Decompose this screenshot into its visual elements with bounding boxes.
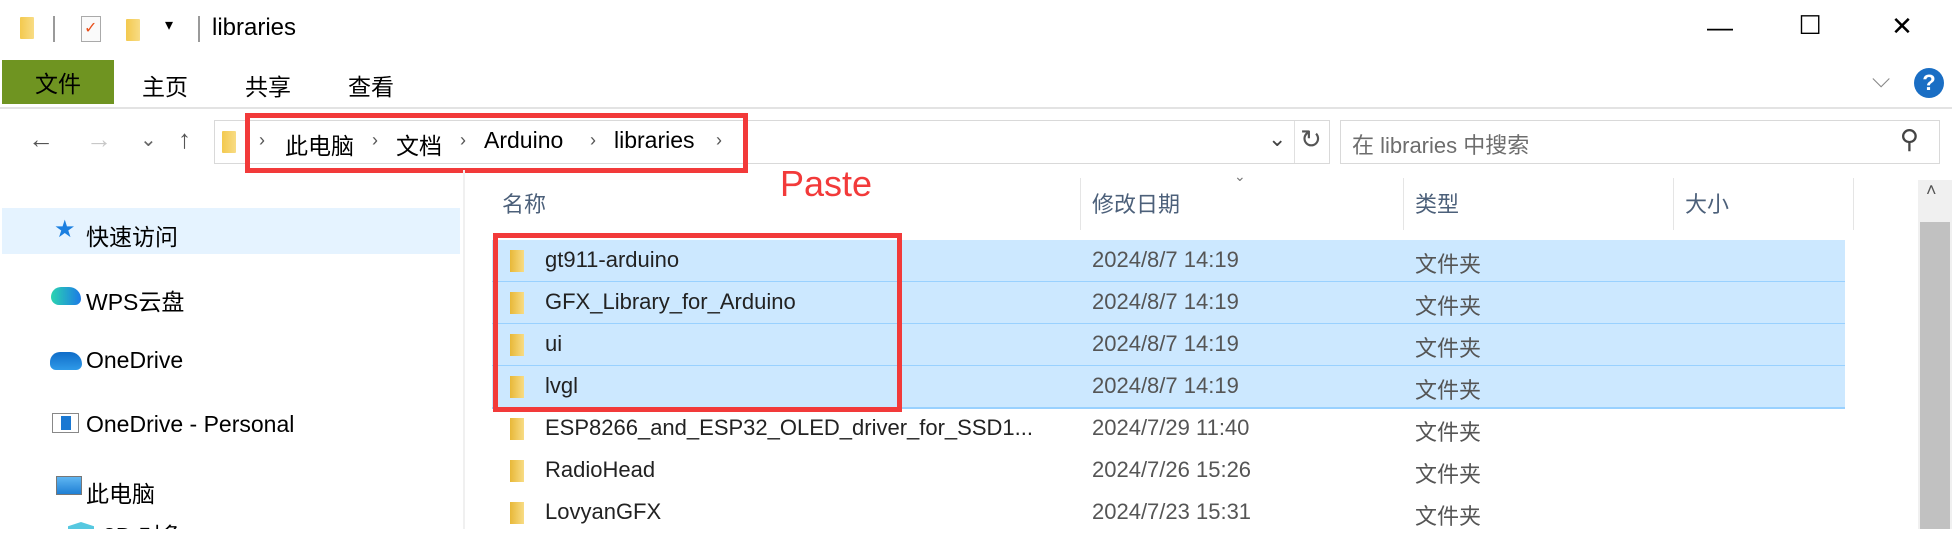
close-button[interactable]: ✕	[1882, 11, 1922, 42]
forward-button[interactable]: →	[86, 124, 112, 155]
toolbar-separator	[53, 16, 55, 42]
paste-annotation: Paste	[780, 163, 873, 204]
sort-indicator-icon: ⌄	[1234, 168, 1246, 184]
sidebar-item-label: OneDrive	[86, 347, 184, 373]
help-icon[interactable]: ?	[1914, 68, 1944, 98]
folder-icon	[20, 17, 34, 39]
column-separator[interactable]	[1080, 178, 1081, 230]
ribbon-divider	[0, 107, 1952, 109]
up-button[interactable]: ↑	[178, 124, 191, 155]
file-date: 2024/8/7 14:19	[1092, 373, 1239, 398]
maximize-button[interactable]: ☐	[1790, 10, 1830, 41]
search-icon[interactable]: ⚲	[1900, 124, 1919, 155]
file-type: 文件夹	[1415, 378, 1482, 403]
onedrive-cloud-icon	[50, 352, 82, 370]
file-type: 文件夹	[1415, 420, 1482, 445]
wps-cloud-icon	[51, 287, 81, 305]
file-date: 2024/8/7 14:19	[1092, 289, 1239, 314]
sidebar-divider	[463, 170, 465, 529]
address-folder-icon	[222, 131, 236, 153]
properties-icon[interactable]	[81, 16, 101, 42]
file-date: 2024/7/29 11:40	[1092, 415, 1250, 440]
onedrive-personal-icon	[52, 413, 79, 433]
quick-access-star-icon: ★	[54, 216, 76, 243]
tab-file[interactable]: 文件	[2, 60, 114, 104]
breadcrumb-highlight-box	[245, 113, 748, 173]
file-date: 2024/7/23 15:31	[1092, 499, 1252, 524]
search-placeholder: 在 libraries 中搜索	[1352, 133, 1530, 158]
tab-file-label: 文件	[35, 71, 81, 97]
address-divider	[1294, 121, 1295, 163]
this-pc-icon	[56, 476, 82, 495]
column-separator[interactable]	[1853, 178, 1854, 230]
file-date: 2024/8/7 14:19	[1092, 331, 1239, 356]
folder-icon	[510, 460, 524, 482]
file-name[interactable]: ESP8266_and_ESP32_OLED_driver_for_SSD1..…	[545, 415, 1033, 441]
tab-home[interactable]: 主页	[142, 68, 188, 102]
sidebar-item-label: 3D 对象	[103, 522, 185, 529]
sidebar-item-label: 此电脑	[86, 481, 155, 507]
recent-locations-icon[interactable]: ⌄	[140, 127, 157, 152]
file-type: 文件夹	[1415, 462, 1482, 487]
tab-share[interactable]: 共享	[245, 68, 291, 102]
address-dropdown-icon[interactable]: ⌄	[1268, 126, 1286, 152]
sidebar-item-label: WPS云盘	[86, 289, 185, 315]
column-separator[interactable]	[1403, 178, 1404, 230]
file-name[interactable]: LovyanGFX	[545, 499, 661, 525]
folder-icon	[510, 418, 524, 440]
column-separator[interactable]	[1673, 178, 1674, 230]
expand-ribbon-icon[interactable]: ⌵	[1872, 66, 1890, 94]
back-button[interactable]: ←	[28, 124, 54, 155]
folder-icon	[510, 502, 524, 524]
selected-folders-highlight-box	[493, 233, 902, 412]
file-type: 文件夹	[1415, 504, 1482, 529]
column-header-size[interactable]: 大小	[1685, 187, 1729, 219]
scroll-up-button[interactable]: ˄	[1926, 180, 1937, 201]
column-header-type[interactable]: 类型	[1415, 187, 1459, 219]
customize-dropdown-icon[interactable]: ▾	[165, 15, 173, 35]
file-type: 文件夹	[1415, 336, 1482, 361]
scrollbar-thumb[interactable]	[1920, 222, 1950, 529]
file-type: 文件夹	[1415, 252, 1482, 277]
title-separator	[198, 16, 200, 42]
minimize-button[interactable]: —	[1700, 12, 1740, 43]
file-date: 2024/8/7 14:19	[1092, 247, 1239, 272]
sidebar-item-label: 快速访问	[86, 224, 178, 250]
refresh-icon[interactable]: ↻	[1300, 124, 1322, 155]
file-date: 2024/7/26 15:26	[1092, 457, 1252, 482]
window-title: libraries	[212, 14, 297, 41]
file-name[interactable]: RadioHead	[545, 457, 655, 483]
column-header-name[interactable]: 名称	[502, 187, 546, 219]
column-header-date[interactable]: 修改日期	[1092, 187, 1180, 219]
tab-view[interactable]: 查看	[348, 68, 394, 102]
sidebar-item-label: OneDrive - Personal	[86, 411, 295, 437]
file-type: 文件夹	[1415, 294, 1482, 319]
new-folder-icon[interactable]	[126, 19, 140, 41]
